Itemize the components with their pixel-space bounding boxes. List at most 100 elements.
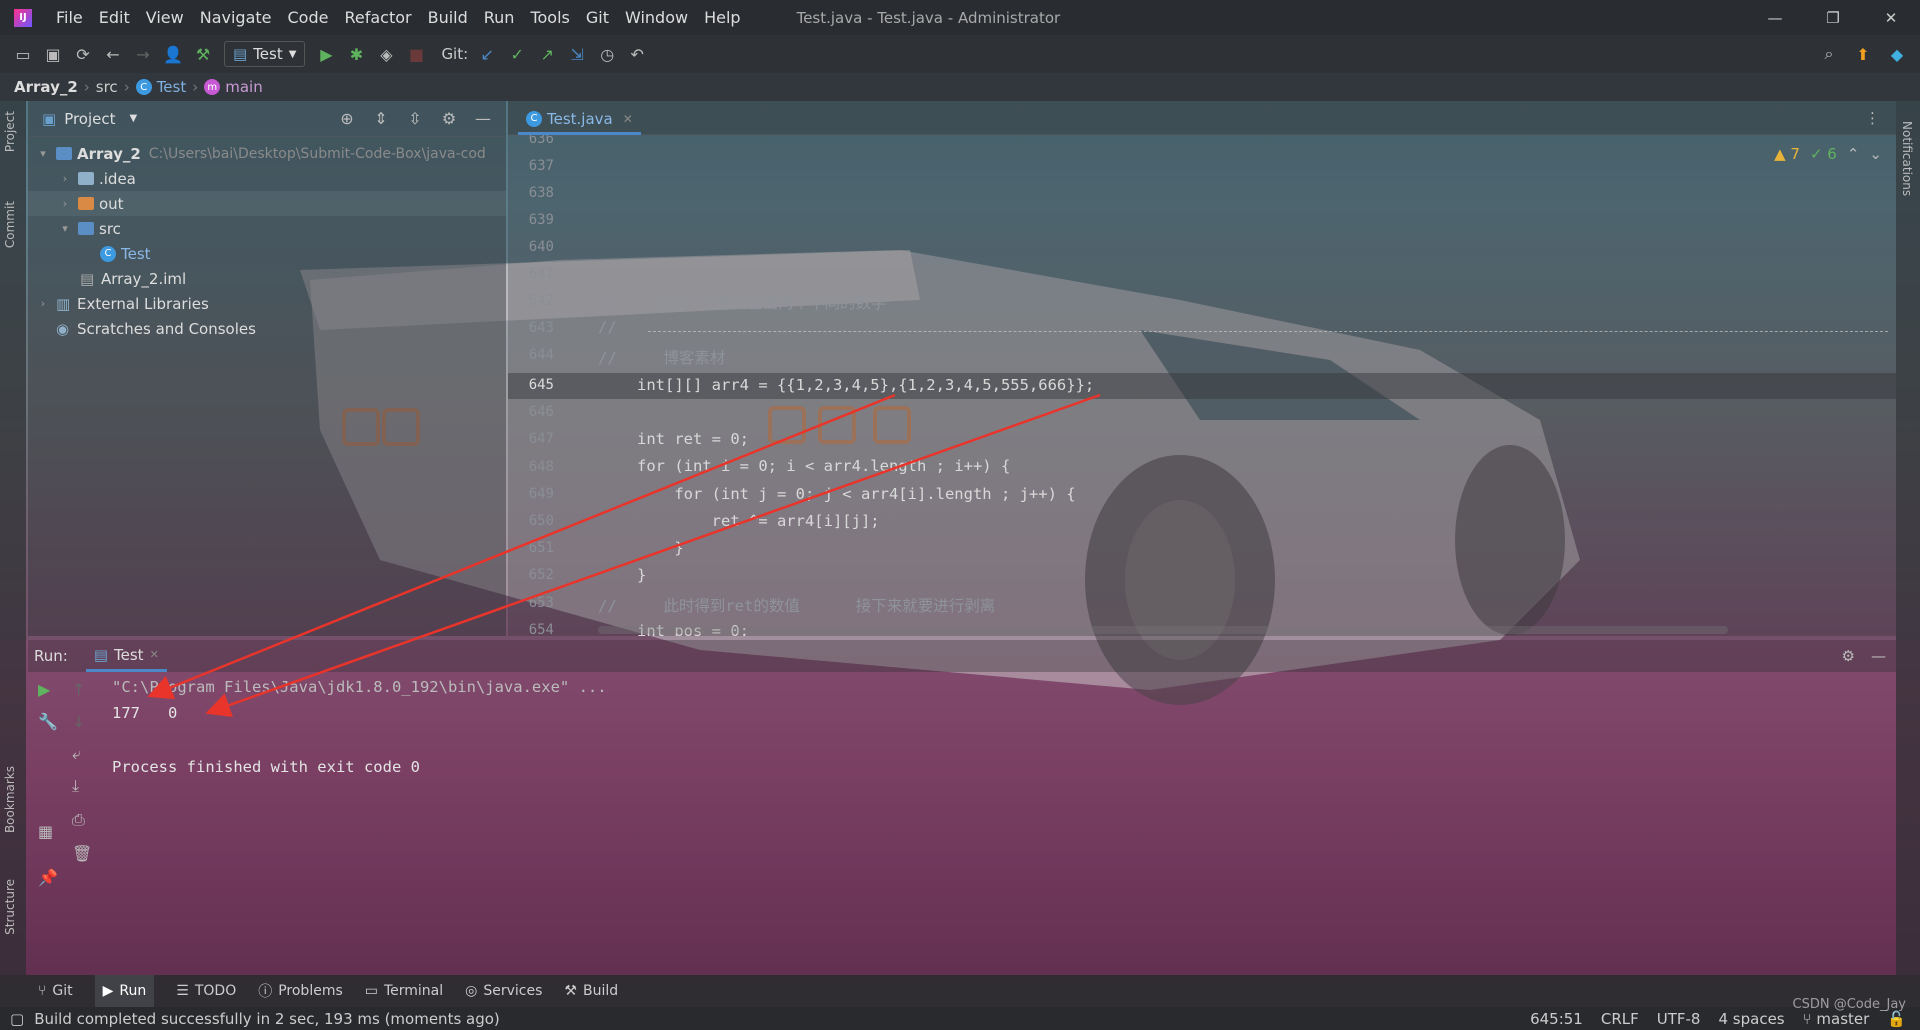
indent-setting[interactable]: 4 spaces [1718,1010,1784,1028]
tab-project[interactable]: Project [3,111,17,152]
menu-window[interactable]: Window [617,0,696,35]
menu-navigate[interactable]: Navigate [192,0,280,35]
tab-bookmarks[interactable]: Bookmarks [3,766,17,833]
warning-count[interactable]: ▲ 7 [1774,145,1800,163]
update-icon[interactable]: ⬆ [1848,39,1878,69]
layout-icon[interactable]: ▦ [38,822,53,841]
print-icon[interactable]: ⎙ [72,810,85,830]
menu-help[interactable]: Help [696,0,748,35]
console-output[interactable]: "C:\Program Files\Java\jdk1.8.0_192\bin\… [112,672,1892,975]
tab-terminal[interactable]: ▭ Terminal [365,975,443,1007]
tab-structure[interactable]: Structure [3,879,17,935]
scroll-up-icon[interactable]: ↑ [72,680,85,699]
wrench-icon[interactable]: 🔧 [38,712,58,731]
toolbox-icon[interactable]: ◆ [1882,39,1912,69]
previous-highlight-icon[interactable]: ⌃ [1847,145,1860,163]
tree-item-test[interactable]: C Test [28,241,506,266]
hide-panel-icon[interactable]: — [1871,647,1886,665]
breadcrumb-project[interactable]: Array_2 [14,78,78,96]
horizontal-scrollbar[interactable] [598,626,1728,634]
close-tab-icon[interactable]: ✕ [623,112,633,126]
tree-item-scratches[interactable]: ◉ Scratches and Consoles [28,316,506,341]
chevron-right-icon[interactable]: › [58,197,72,210]
gear-icon[interactable]: ⚙ [434,104,464,134]
locate-icon[interactable]: ⊕ [332,104,362,134]
stop-icon[interactable]: ■ [401,39,431,69]
menu-code[interactable]: Code [280,0,337,35]
code-editor[interactable]: 636 637 638 639 640 641 642 643 644 645 … [508,135,1896,636]
tree-item-array-2-iml[interactable]: ▤ Array_2.iml [28,266,506,291]
status-message[interactable]: Build completed successfully in 2 sec, 1… [34,1010,500,1028]
next-highlight-icon[interactable]: ⌄ [1869,145,1882,163]
breadcrumb-folder[interactable]: src [96,78,118,96]
coverage-icon[interactable]: ◈ [371,39,401,69]
menu-tools[interactable]: Tools [522,0,577,35]
soft-wrap-icon[interactable]: ⤶ [72,744,81,764]
breadcrumb-method[interactable]: m main [204,78,263,96]
tree-item-idea[interactable]: › .idea [28,166,506,191]
close-tab-icon[interactable]: ✕ [150,648,159,661]
hide-panel-icon[interactable]: — [468,104,498,134]
tab-todo[interactable]: ☰ TODO [176,975,236,1007]
menu-edit[interactable]: Edit [91,0,138,35]
debug-icon[interactable]: ✱ [341,39,371,69]
line-separator[interactable]: CRLF [1601,1010,1639,1028]
chevron-down-icon[interactable]: ▾ [36,147,50,160]
collapse-all-icon[interactable]: ⇳ [400,104,430,134]
breadcrumb-class[interactable]: C Test [135,78,186,96]
tab-run[interactable]: ▶ Run [94,975,155,1007]
forward-icon[interactable]: → [128,39,158,69]
trash-icon[interactable]: 🗑 [72,844,92,863]
menu-run[interactable]: Run [476,0,523,35]
rerun-icon[interactable]: ▶ [38,680,50,699]
restore-icon[interactable]: ❐ [1804,0,1862,35]
menu-refactor[interactable]: Refactor [336,0,419,35]
scroll-to-end-icon[interactable]: ⤓ [72,776,79,796]
sync-icon[interactable]: ⟳ [68,39,98,69]
back-icon[interactable]: ← [98,39,128,69]
pin-icon[interactable]: 📌 [38,868,58,887]
search-icon[interactable]: ⌕ [1814,39,1844,69]
scroll-down-icon[interactable]: ↓ [72,712,85,731]
close-icon[interactable]: ✕ [1862,0,1920,35]
inspection-widget[interactable]: ▲ 7 ✓ 6 ⌃ ⌄ [1774,145,1882,163]
tab-git[interactable]: ⑂ Git [38,975,73,1007]
tab-commit[interactable]: Commit [3,201,17,248]
user-icon[interactable]: 👤 [158,39,188,69]
tab-notifications[interactable]: Notifications [1900,121,1914,196]
file-encoding[interactable]: UTF-8 [1657,1010,1701,1028]
run-tab-test[interactable]: ▤ Test ✕ [85,640,167,672]
tree-item-out[interactable]: › out [28,191,506,216]
menu-git[interactable]: Git [578,0,617,35]
save-icon[interactable]: ▣ [38,39,68,69]
caret-position[interactable]: 645:51 [1530,1010,1583,1028]
run-icon[interactable]: ▶ [311,39,341,69]
git-branch[interactable]: ⑂ master [1803,1010,1870,1028]
chevron-down-icon[interactable]: ▾ [58,222,72,235]
tree-item-src[interactable]: ▾ src [28,216,506,241]
tab-services[interactable]: ◎ Services [465,975,542,1007]
open-folder-icon[interactable]: ▭ [8,39,38,69]
git-update-icon[interactable]: ↙ [472,39,502,69]
git-push-icon[interactable]: ↗ [532,39,562,69]
tree-item-array-2[interactable]: ▾ Array_2 C:\Users\bai\Desktop\Submit-Co… [28,141,506,166]
project-panel-title[interactable]: Project [64,110,115,128]
tree-item-external-libraries[interactable]: › ▥ External Libraries [28,291,506,316]
tab-test-java[interactable]: C Test.java ✕ [518,105,641,135]
chevron-right-icon[interactable]: › [58,172,72,185]
ok-count[interactable]: ✓ 6 [1810,145,1837,163]
build-hammer-icon[interactable]: ⚒ [188,39,218,69]
menu-build[interactable]: Build [420,0,476,35]
history-icon[interactable]: ◷ [592,39,622,69]
more-options-icon[interactable]: ⋮ [1865,109,1880,127]
tab-build[interactable]: ⚒ Build [564,975,618,1007]
gear-icon[interactable]: ⚙ [1842,647,1855,665]
expand-all-icon[interactable]: ⇕ [366,104,396,134]
run-config-selector[interactable]: ▤ Test ▼ [224,41,306,67]
lock-icon[interactable]: 🔓 [1887,1010,1906,1028]
menu-view[interactable]: View [138,0,192,35]
chevron-down-icon[interactable]: ▼ [130,113,138,124]
git-commit-icon[interactable]: ✓ [502,39,532,69]
minimize-icon[interactable]: — [1746,0,1804,35]
menu-file[interactable]: File [48,0,91,35]
